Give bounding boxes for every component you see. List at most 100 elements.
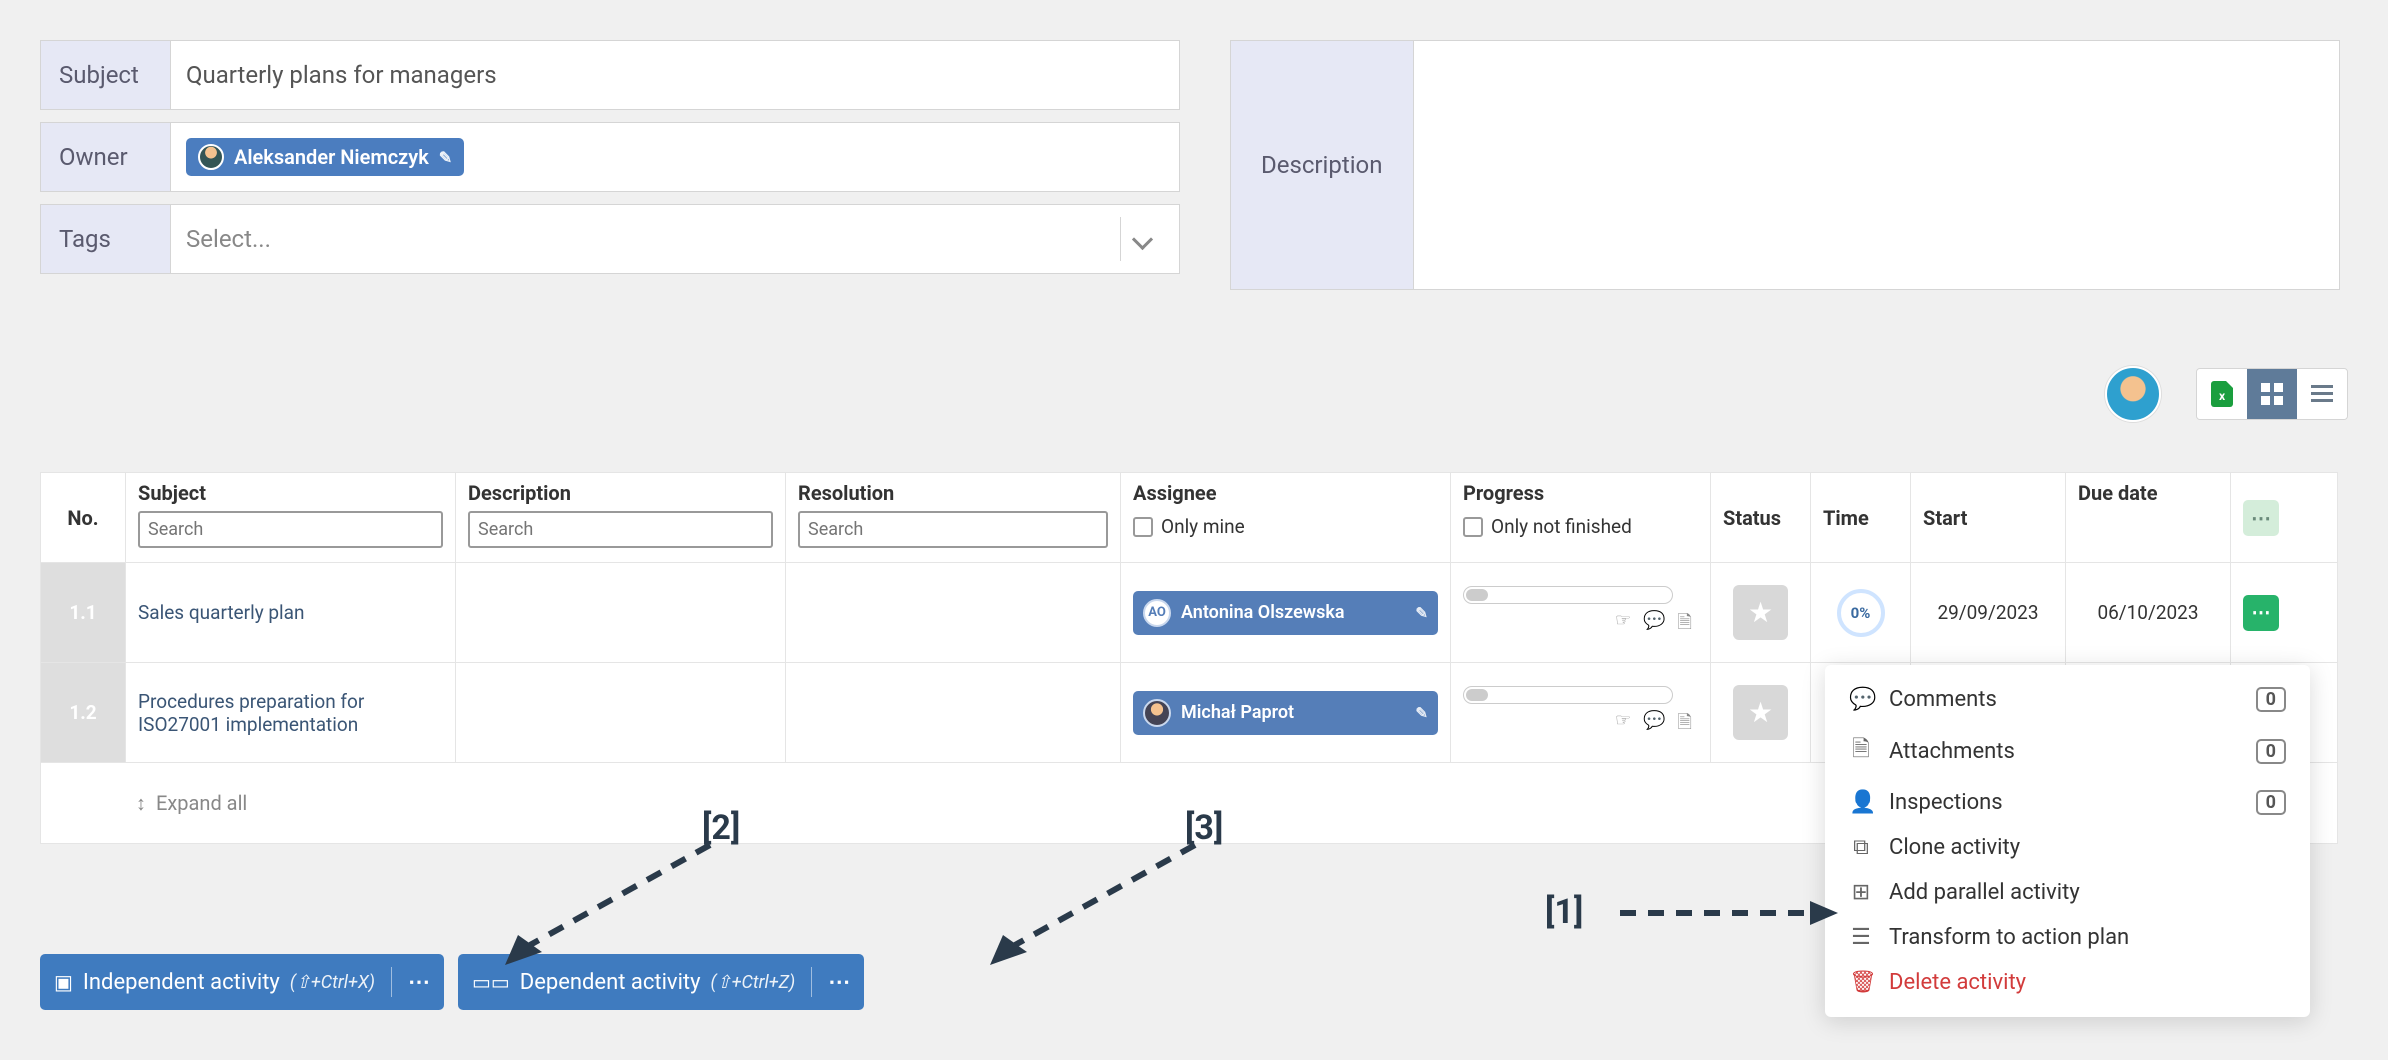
- comment-icon: 💬: [1849, 687, 1873, 712]
- row-no: 1.2: [41, 663, 126, 762]
- description-input[interactable]: [1414, 41, 2340, 289]
- row-resolution[interactable]: [786, 663, 1121, 762]
- transform-icon: ☰: [1849, 925, 1873, 950]
- user-avatar-icon[interactable]: [2105, 366, 2161, 422]
- row-status: ★: [1711, 563, 1811, 662]
- row-start[interactable]: 29/09/2023: [1911, 563, 2066, 662]
- star-icon[interactable]: ★: [1733, 585, 1788, 640]
- col-no-header: No.: [41, 473, 126, 562]
- document-icon[interactable]: 🗎: [1678, 710, 1692, 740]
- pencil-icon: ✎: [439, 148, 452, 167]
- independent-activity-button[interactable]: ▣ Independent activity (⇧+Ctrl+X) ⋯: [40, 954, 444, 1010]
- tags-select[interactable]: Select...: [171, 205, 1179, 273]
- person-icon: 👤: [1849, 790, 1873, 815]
- assignee-chip[interactable]: AO Antonina Olszewska ✎: [1133, 591, 1438, 635]
- menu-clone[interactable]: ⧉ Clone activity: [1825, 825, 2310, 870]
- grid-view-button[interactable]: [2247, 369, 2297, 419]
- owner-field[interactable]: Aleksander Niemczyk ✎: [171, 123, 1179, 191]
- row-status: ★: [1711, 663, 1811, 762]
- resolution-search-input[interactable]: [798, 511, 1108, 548]
- expand-all-button[interactable]: Expand all: [156, 791, 247, 815]
- left-form-column: Subject Quarterly plans for managers Own…: [40, 40, 1180, 290]
- copy-icon: ⧉: [1849, 835, 1873, 860]
- annotation-arrow-3: [975, 835, 1215, 975]
- subject-search-input[interactable]: [138, 511, 443, 548]
- col-more-header: ⋯: [2231, 473, 2291, 562]
- tags-label: Tags: [41, 205, 171, 273]
- row-progress: ☞ 💬 🗎: [1451, 563, 1711, 662]
- comment-icon[interactable]: 💬: [1643, 610, 1665, 640]
- annotation-arrow-1: [1620, 895, 1840, 935]
- menu-delete[interactable]: 🗑 Delete activity: [1825, 960, 2310, 1005]
- row-context-menu: 💬 Comments 0 🗎 Attachments 0 👤 Inspectio…: [1825, 665, 2310, 1017]
- row-more-button[interactable]: ⋯: [2243, 595, 2279, 631]
- progress-icons: ☞ 💬 🗎: [1463, 710, 1698, 740]
- row-resolution[interactable]: [786, 563, 1121, 662]
- menu-inspections[interactable]: 👤 Inspections 0: [1825, 780, 2310, 825]
- menu-add-parallel[interactable]: ⊞ Add parallel activity: [1825, 870, 2310, 915]
- menu-comments[interactable]: 💬 Comments 0: [1825, 677, 2310, 722]
- attachments-count: 0: [2256, 739, 2286, 764]
- more-icon[interactable]: ⋯: [828, 970, 850, 995]
- row-more: ⋯: [2231, 563, 2291, 662]
- trash-icon: 🗑: [1849, 970, 1873, 995]
- assignee-chip[interactable]: Michał Paprot ✎: [1133, 691, 1438, 735]
- assignee-avatar-icon: [1143, 699, 1171, 727]
- pointer-icon[interactable]: ☞: [1615, 610, 1631, 640]
- description-label: Description: [1231, 41, 1414, 289]
- col-resolution-header: Resolution: [786, 473, 1121, 562]
- col-time-header: Time: [1811, 473, 1911, 562]
- checkbox-icon: [1463, 517, 1483, 537]
- col-status-header: Status: [1711, 473, 1811, 562]
- annotation-1: [1]: [1545, 892, 1583, 932]
- expand-icon: ↕: [136, 791, 146, 816]
- col-due-header: Due date: [2066, 473, 2231, 562]
- subject-input[interactable]: Quarterly plans for managers: [171, 41, 1179, 109]
- row-subject[interactable]: Procedures preparation for ISO27001 impl…: [126, 663, 456, 762]
- pointer-icon[interactable]: ☞: [1615, 710, 1631, 740]
- subject-row: Subject Quarterly plans for managers: [40, 40, 1180, 110]
- view-toggle-group: x: [2196, 368, 2348, 420]
- assignee-name: Antonina Olszewska: [1181, 602, 1345, 623]
- row-subject[interactable]: Sales quarterly plan: [126, 563, 456, 662]
- col-start-header: Start: [1911, 473, 2066, 562]
- col-assignee-header: Assignee Only mine: [1121, 473, 1451, 562]
- only-mine-checkbox[interactable]: Only mine: [1133, 515, 1438, 538]
- svg-text:x: x: [2219, 389, 2226, 403]
- row-description[interactable]: [456, 563, 786, 662]
- owner-chip[interactable]: Aleksander Niemczyk ✎: [186, 138, 464, 176]
- progress-slider[interactable]: [1463, 586, 1673, 604]
- assignee-initials-icon: AO: [1143, 599, 1171, 627]
- table-row: 1.1 Sales quarterly plan AO Antonina Ols…: [41, 563, 2337, 663]
- menu-attachments[interactable]: 🗎 Attachments 0: [1825, 722, 2310, 780]
- owner-label: Owner: [41, 123, 171, 191]
- row-no: 1.1: [41, 563, 126, 662]
- progress-slider[interactable]: [1463, 686, 1673, 704]
- description-search-input[interactable]: [468, 511, 773, 548]
- row-due[interactable]: 06/10/2023: [2066, 563, 2231, 662]
- more-icon[interactable]: ⋯: [408, 970, 430, 995]
- progress-icons: ☞ 💬 🗎: [1463, 610, 1698, 640]
- document-icon[interactable]: 🗎: [1678, 610, 1692, 640]
- only-not-finished-checkbox[interactable]: Only not finished: [1463, 515, 1698, 538]
- tags-placeholder: Select...: [186, 225, 271, 253]
- menu-transform[interactable]: ☰ Transform to action plan: [1825, 915, 2310, 960]
- comments-count: 0: [2256, 687, 2286, 712]
- checkbox-icon: [1133, 517, 1153, 537]
- more-header-button[interactable]: ⋯: [2243, 500, 2279, 536]
- owner-avatar-icon: [198, 144, 224, 170]
- star-icon[interactable]: ★: [1733, 685, 1788, 740]
- comment-icon[interactable]: 💬: [1643, 710, 1665, 740]
- col-description-header: Description: [456, 473, 786, 562]
- row-description[interactable]: [456, 663, 786, 762]
- col-subject-header: Subject: [126, 473, 456, 562]
- description-row: Description: [1230, 40, 2340, 290]
- list-view-button[interactable]: [2297, 369, 2347, 419]
- form-header: Subject Quarterly plans for managers Own…: [40, 40, 2348, 290]
- row-progress: ☞ 💬 🗎: [1451, 663, 1711, 762]
- grid-header: No. Subject Description Resolution Assig…: [41, 473, 2337, 563]
- assignee-name: Michał Paprot: [1181, 702, 1294, 723]
- chevron-down-icon: [1120, 217, 1164, 261]
- export-excel-button[interactable]: x: [2197, 369, 2247, 419]
- tags-row: Tags Select...: [40, 204, 1180, 274]
